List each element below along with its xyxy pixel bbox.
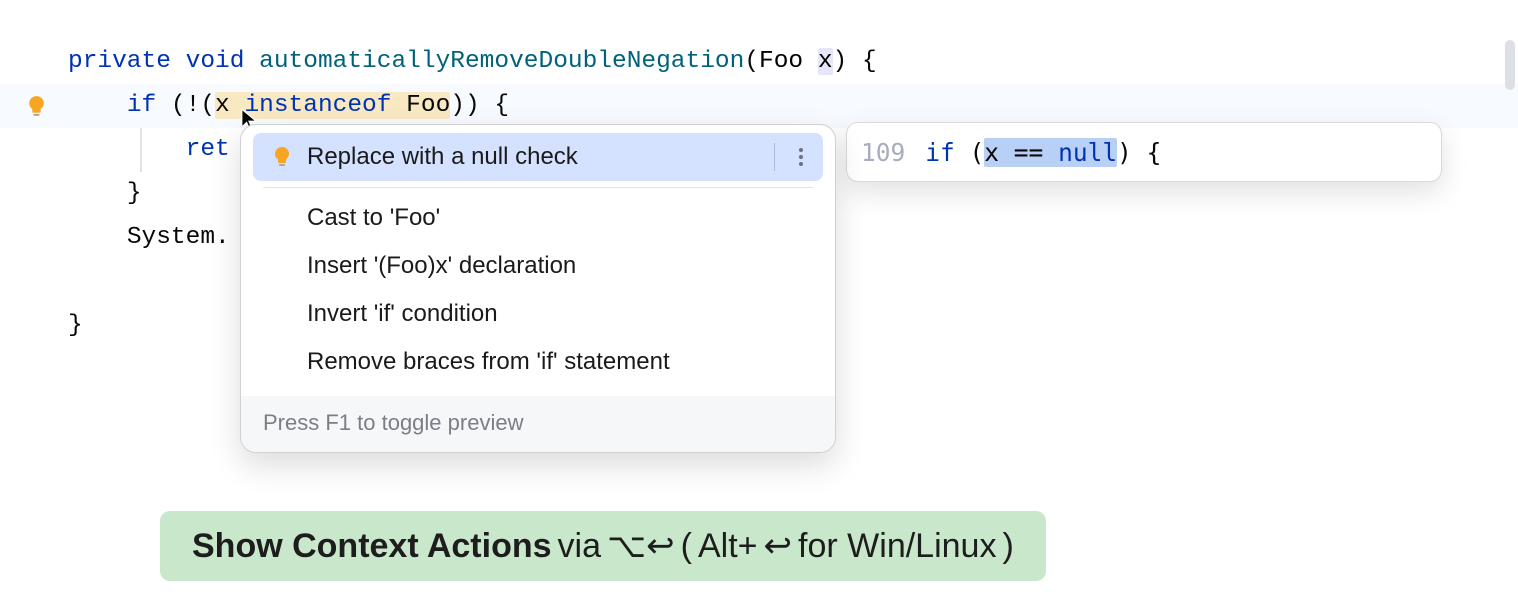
method-name: automaticallyRemoveDoubleNegation bbox=[259, 48, 744, 75]
intention-bulb-gutter[interactable] bbox=[24, 94, 49, 119]
preview-line-number: 109 bbox=[861, 138, 905, 167]
keyword: if bbox=[127, 92, 156, 119]
more-options-icon[interactable] bbox=[795, 144, 807, 170]
parameter-highlight: x bbox=[818, 48, 833, 75]
intention-actions-popup: Replace with a null check Cast to 'Foo' … bbox=[240, 124, 836, 453]
punct: ( bbox=[744, 48, 759, 75]
intention-action-item[interactable]: Insert '(Foo)x' declaration bbox=[253, 242, 823, 290]
type-name: Foo bbox=[759, 48, 803, 75]
punct: ) { bbox=[833, 48, 877, 75]
code-line[interactable]: private void automaticallyRemoveDoubleNe… bbox=[68, 40, 877, 84]
intention-action-item[interactable]: Remove braces from 'if' statement bbox=[253, 338, 823, 386]
keyword-fragment: ret bbox=[186, 136, 230, 163]
code-line[interactable]: System. bbox=[68, 216, 230, 260]
code-line[interactable]: ret bbox=[68, 128, 230, 172]
intention-action-item[interactable]: Replace with a null check bbox=[253, 133, 823, 181]
lightbulb-icon bbox=[24, 94, 49, 119]
lightbulb-icon bbox=[270, 145, 294, 169]
code-line[interactable]: if (!(x instanceof Foo)) { bbox=[68, 84, 509, 128]
preview-code: if (x == null) { bbox=[925, 138, 1161, 167]
keyword: void bbox=[186, 48, 245, 75]
change-highlight: x == null bbox=[984, 138, 1117, 167]
popup-footer-hint: Press F1 to toggle preview bbox=[241, 396, 835, 452]
intention-action-label: Remove braces from 'if' statement bbox=[307, 348, 670, 376]
shortcut-hint-banner: Show Context Actions via ⌥↩ (Alt+↩ for W… bbox=[160, 511, 1046, 581]
mac-shortcut: ⌥↩ bbox=[607, 526, 675, 566]
keyword: private bbox=[68, 48, 171, 75]
intention-action-label: Invert 'if' condition bbox=[307, 300, 498, 328]
intention-action-item[interactable]: Cast to 'Foo' bbox=[253, 194, 823, 242]
code-editor[interactable]: private void automaticallyRemoveDoubleNe… bbox=[0, 0, 1518, 592]
intention-action-label: Insert '(Foo)x' declaration bbox=[307, 252, 576, 280]
intention-action-item[interactable]: Invert 'if' condition bbox=[253, 290, 823, 338]
hint-action-name: Show Context Actions bbox=[192, 527, 552, 566]
intention-action-label: Replace with a null check bbox=[307, 143, 578, 171]
intention-preview-popup: 109 if (x == null) { bbox=[846, 122, 1442, 182]
code-line[interactable]: } bbox=[68, 172, 142, 216]
code-line[interactable]: } bbox=[68, 304, 83, 348]
divider bbox=[774, 143, 775, 171]
enter-glyph: ↩ bbox=[764, 526, 793, 566]
intention-action-label: Cast to 'Foo' bbox=[307, 204, 440, 232]
separator bbox=[263, 187, 813, 188]
inspection-highlight: x instanceof Foo bbox=[215, 92, 450, 119]
editor-scrollbar-thumb[interactable] bbox=[1505, 40, 1515, 90]
